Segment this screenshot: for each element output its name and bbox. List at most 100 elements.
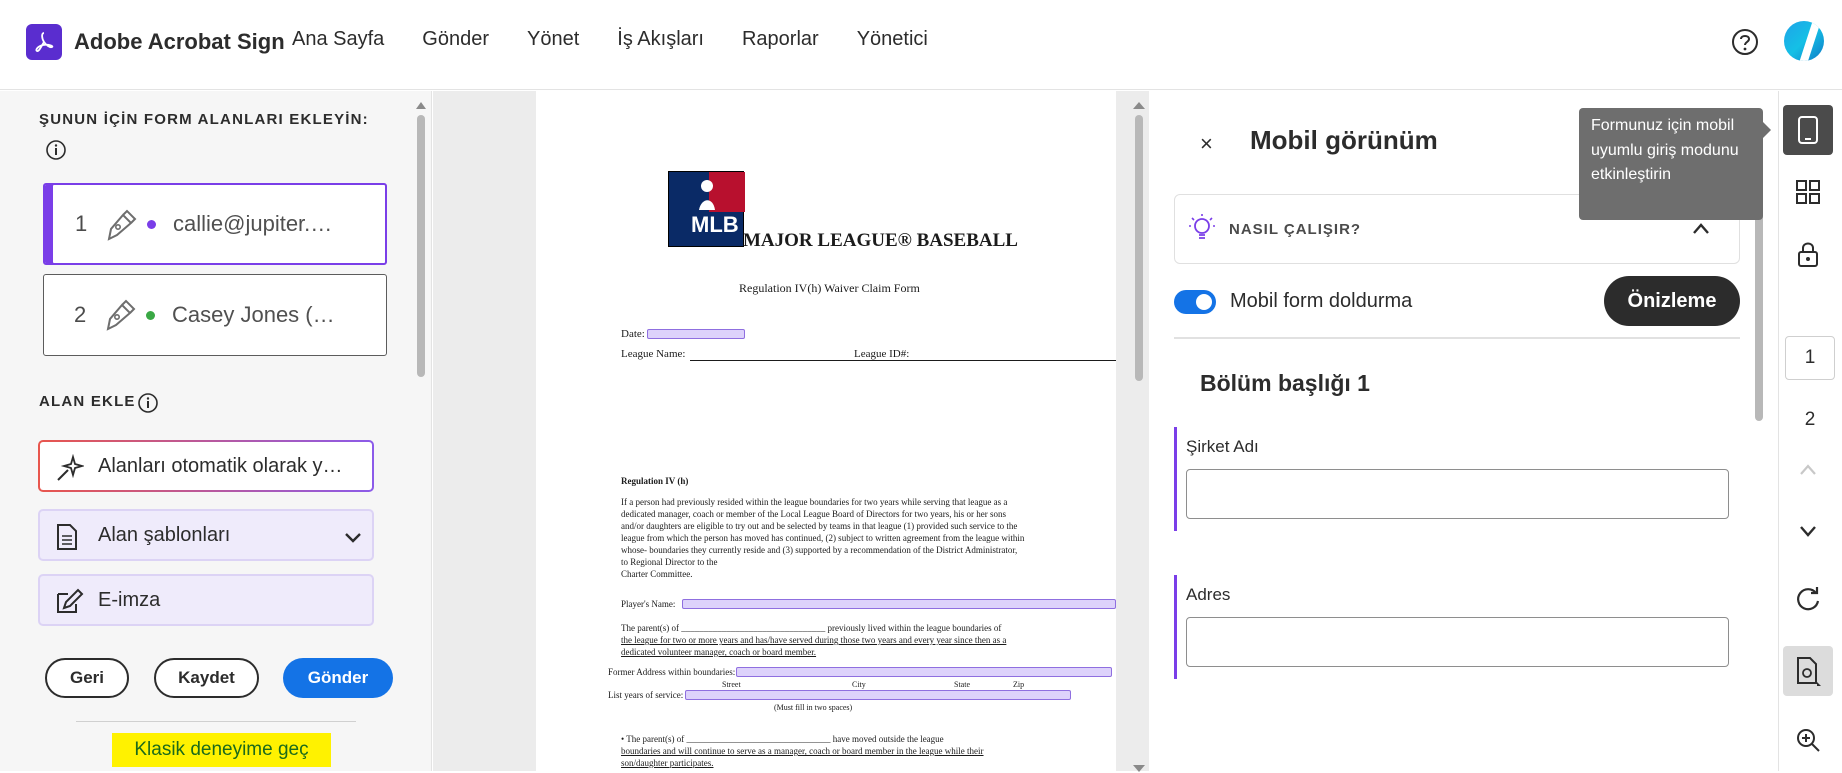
paragraph-line: If a person had previously resided withi… xyxy=(621,497,1008,507)
chevron-down-icon xyxy=(345,533,361,543)
info-icon[interactable] xyxy=(137,392,159,414)
field-address: Adres xyxy=(1174,575,1740,679)
thumbnails-button[interactable] xyxy=(1783,167,1833,217)
years-service-field[interactable] xyxy=(685,690,1071,700)
nav-reports[interactable]: Raporlar xyxy=(742,28,819,51)
zoom-in-button[interactable] xyxy=(1783,715,1833,765)
scrollbar-thumb[interactable] xyxy=(1135,115,1143,381)
close-icon[interactable]: × xyxy=(1200,131,1213,157)
player-name-field[interactable] xyxy=(682,599,1116,609)
signer-pen-icon xyxy=(106,299,136,331)
addr-street-label: Street xyxy=(722,680,741,689)
signer-pen-icon xyxy=(107,209,137,241)
player-name-label: Player's Name: xyxy=(621,599,676,609)
mobile-fill-toggle[interactable] xyxy=(1174,290,1216,314)
grid-icon xyxy=(1796,180,1820,204)
field-templates-dropdown[interactable]: Alan şablonları xyxy=(38,509,374,561)
e-signature-button[interactable]: E-imza xyxy=(38,574,374,626)
mobile-mode-tooltip: Formunuz için mobil uyumlu giriş modunu … xyxy=(1579,108,1771,220)
document-page: MLB MAJOR LEAGUE® BASEBALL Regulation IV… xyxy=(536,91,1116,771)
recipient-2[interactable]: 2 Casey Jones (… xyxy=(43,274,387,356)
nav-manage[interactable]: Yönet xyxy=(527,28,579,51)
recipient-number: 2 xyxy=(74,302,87,327)
brand[interactable]: Adobe Acrobat Sign xyxy=(26,24,285,60)
league-name-label: League Name: xyxy=(621,348,686,360)
moved-text: • The parent(s) of _____________________… xyxy=(621,734,944,744)
avatar[interactable] xyxy=(1784,21,1824,61)
section-title: Bölüm başlığı 1 xyxy=(1200,370,1370,396)
field-accent-bar xyxy=(1174,427,1177,531)
recipient-email: callie@jupiter.… xyxy=(173,211,333,236)
info-icon[interactable] xyxy=(45,139,67,161)
field-label: Şirket Adı xyxy=(1186,437,1259,456)
back-button[interactable]: Geri xyxy=(45,658,129,698)
mobile-fill-label: Mobil form doldurma xyxy=(1230,290,1413,312)
recipient-1[interactable]: 1 callie@jupiter.… xyxy=(43,183,387,265)
scrollbar-thumb[interactable] xyxy=(417,115,425,377)
chevron-up-icon xyxy=(1800,464,1816,475)
brand-name: Adobe Acrobat Sign xyxy=(74,29,285,54)
nav-admin[interactable]: Yönetici xyxy=(857,28,928,51)
parents-text: the league for two or more years and has… xyxy=(621,635,1007,645)
company-name-input[interactable] xyxy=(1186,469,1729,519)
nav-send[interactable]: Gönder xyxy=(422,28,489,51)
preview-button[interactable]: Önizleme xyxy=(1604,276,1740,326)
mlb-logo: MLB xyxy=(668,171,745,247)
current-page-input[interactable]: 1 xyxy=(1785,336,1835,380)
mlb-logo-text: MLB xyxy=(691,212,739,237)
parents-text: dedicated volunteer manager, coach or bo… xyxy=(621,647,817,657)
acrobat-logo-icon xyxy=(26,24,62,60)
nav-home[interactable]: Ana Sayfa xyxy=(292,28,384,51)
recipient-color-dot xyxy=(146,310,155,320)
paragraph-line: league from which the person has moved h… xyxy=(621,533,1025,543)
paragraph-line: whose- boundaries they currently reside … xyxy=(621,545,1018,555)
auto-detect-fields-button[interactable]: Alanları otomatik olarak y… xyxy=(38,440,374,492)
save-button[interactable]: Kaydet xyxy=(154,658,259,698)
former-address-field[interactable] xyxy=(736,667,1112,677)
panel-scrollbar[interactable] xyxy=(1754,191,1764,471)
league-name-line xyxy=(690,360,1116,361)
paragraph-line: to Regional Director to the xyxy=(621,557,718,567)
mobile-view-button[interactable] xyxy=(1783,105,1833,155)
chevron-up-icon xyxy=(1693,223,1709,234)
scroll-up-arrow-icon[interactable] xyxy=(416,101,426,109)
addr-zip-label: Zip xyxy=(1013,680,1025,689)
chevron-down-icon xyxy=(1800,526,1816,537)
previous-page-button[interactable] xyxy=(1783,445,1833,495)
phone-icon xyxy=(1798,116,1818,144)
rotate-icon xyxy=(1797,587,1820,611)
nav-workflows[interactable]: İş Akışları xyxy=(617,28,704,51)
scroll-up-arrow-icon[interactable] xyxy=(1133,101,1145,109)
add-form-fields-title: ŞUNUN İÇİN FORM ALANLARI EKLEYİN: xyxy=(39,111,369,128)
address-input[interactable] xyxy=(1186,617,1729,667)
add-field-title: ALAN EKLE xyxy=(39,393,136,410)
rotate-button[interactable] xyxy=(1783,574,1833,624)
former-address-label: Former Address within boundaries: xyxy=(608,667,736,677)
recipient-number: 1 xyxy=(75,211,88,236)
panel-title: Mobil görünüm xyxy=(1250,125,1438,155)
classic-experience-link[interactable]: Klasik deneyime geç xyxy=(112,733,331,767)
date-field[interactable] xyxy=(647,329,745,339)
how-it-works-label: NASIL ÇALIŞIR? xyxy=(1229,221,1362,238)
next-page-button[interactable] xyxy=(1783,506,1833,556)
document-scrollbar[interactable] xyxy=(1133,101,1145,772)
batter-silhouette-icon xyxy=(669,172,745,212)
field-templates-label: Alan şablonları xyxy=(98,523,231,546)
scrollbar-thumb[interactable] xyxy=(1755,191,1763,421)
left-scrollbar[interactable] xyxy=(416,101,426,761)
left-panel: ŞUNUN İÇİN FORM ALANLARI EKLEYİN: 1 call… xyxy=(0,91,432,771)
date-label: Date: xyxy=(621,328,645,340)
doc-title: MAJOR LEAGUE® BASEBALL xyxy=(743,230,1018,251)
document-options-button[interactable] xyxy=(1783,646,1833,696)
moved-text: boundaries and will continue to serve as… xyxy=(621,746,984,756)
send-button[interactable]: Gönder xyxy=(283,658,393,698)
divider xyxy=(76,721,356,722)
help-icon[interactable] xyxy=(1730,27,1760,57)
lock-button[interactable] xyxy=(1783,229,1833,279)
scroll-down-arrow-icon[interactable] xyxy=(1133,765,1145,773)
recipient-name: Casey Jones (… xyxy=(172,302,335,327)
field-label: Adres xyxy=(1186,585,1231,604)
page-2-link[interactable]: 2 xyxy=(1785,409,1835,431)
addr-city-label: City xyxy=(852,680,866,689)
addr-state-label: State xyxy=(954,680,970,689)
